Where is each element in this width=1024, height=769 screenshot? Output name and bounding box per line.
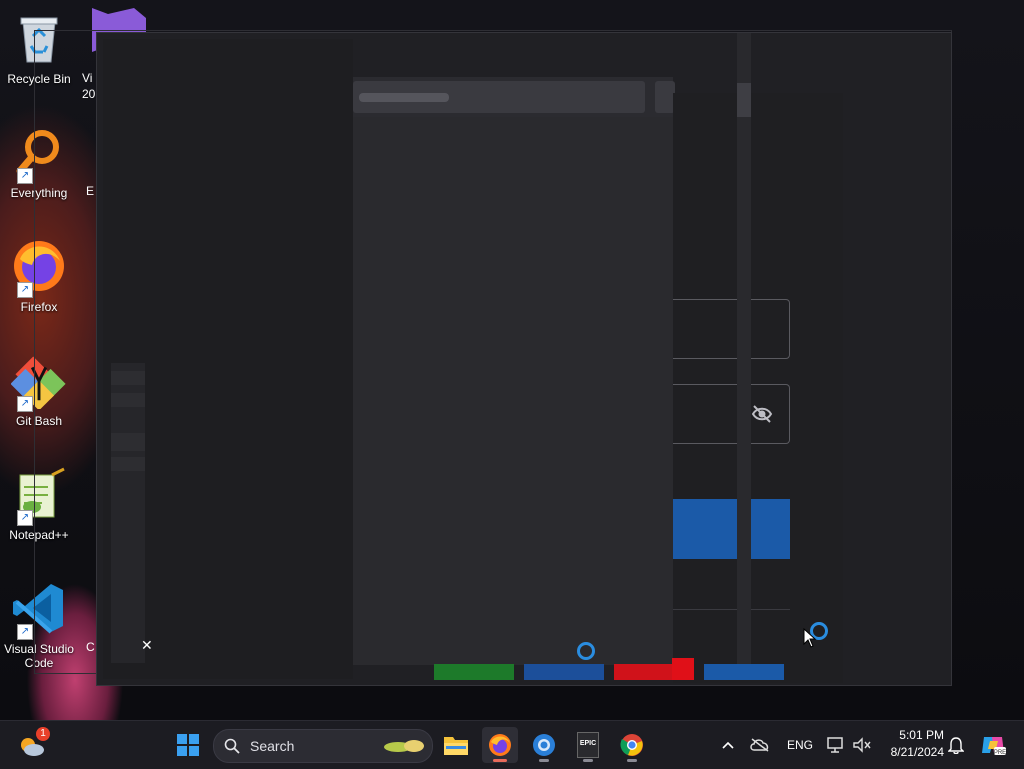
vscode-icon: ↗ bbox=[11, 580, 67, 640]
submit-button[interactable] bbox=[673, 499, 790, 559]
toolbar-button[interactable] bbox=[655, 81, 675, 113]
windows-logo-icon bbox=[177, 734, 199, 756]
bell-icon bbox=[948, 737, 964, 754]
browser-globe-icon bbox=[533, 734, 555, 756]
window-content-panel bbox=[353, 117, 673, 665]
tile-row bbox=[434, 658, 794, 680]
copilot-icon: PRE bbox=[982, 737, 1006, 756]
weather-badge: 1 bbox=[36, 727, 50, 741]
everything-search-icon: ↗ bbox=[11, 124, 67, 184]
shortcut-arrow-icon: ↗ bbox=[17, 510, 33, 526]
desktop-icon-visual-studio-code[interactable]: ↗ Visual Studio Code bbox=[2, 574, 76, 678]
clock-time: 5:01 PM bbox=[899, 728, 944, 742]
chrome-taskbar-button[interactable] bbox=[614, 727, 650, 763]
network-monitor-icon bbox=[827, 737, 843, 753]
desktop-icon-firefox[interactable]: ↗ Firefox bbox=[2, 232, 76, 336]
search-icon bbox=[224, 738, 240, 754]
blue-browser-taskbar-button[interactable] bbox=[526, 727, 562, 763]
sidebar-strip[interactable] bbox=[111, 363, 145, 663]
start-button[interactable] bbox=[170, 727, 206, 763]
copilot-button[interactable]: PRE bbox=[976, 727, 1010, 763]
recycle-bin-icon bbox=[11, 10, 67, 66]
eye-slash-icon[interactable] bbox=[751, 404, 773, 424]
network-tray-button[interactable] bbox=[822, 727, 850, 763]
epic-games-taskbar-button[interactable]: EPIC bbox=[570, 727, 606, 763]
taskbar-search[interactable]: Search bbox=[213, 729, 433, 763]
search-label: Search bbox=[250, 738, 295, 754]
show-hidden-icons-button[interactable] bbox=[712, 727, 744, 763]
notepad-plus-plus-icon: ↗ bbox=[11, 466, 67, 526]
blue-tile[interactable] bbox=[704, 664, 784, 680]
window-split-bar[interactable] bbox=[737, 33, 751, 665]
shortcut-arrow-icon: ↗ bbox=[17, 624, 33, 640]
running-indicator bbox=[493, 759, 507, 762]
chrome-icon bbox=[620, 734, 643, 756]
sidebar-item[interactable] bbox=[111, 457, 145, 471]
epic-games-icon: EPIC bbox=[577, 732, 599, 758]
red-tile-badge bbox=[672, 658, 694, 680]
system-clock[interactable]: 5:01 PM 8/21/2024 bbox=[880, 727, 944, 761]
svg-text:PRE: PRE bbox=[994, 750, 1006, 756]
username-field[interactable] bbox=[673, 299, 790, 359]
desktop-icon-git-bash[interactable]: ↗ Git Bash bbox=[2, 346, 76, 450]
cloud-offline-icon bbox=[750, 738, 769, 752]
firefox-icon: ↗ bbox=[11, 238, 67, 298]
blue-tile[interactable] bbox=[524, 664, 604, 680]
divider bbox=[673, 609, 790, 610]
file-explorer-button[interactable] bbox=[438, 727, 474, 763]
desktop-icon-recycle-bin[interactable]: Recycle Bin bbox=[2, 4, 76, 108]
running-indicator bbox=[539, 759, 549, 762]
language-indicator[interactable]: ENG bbox=[787, 738, 813, 752]
clock-date: 8/21/2024 bbox=[890, 745, 944, 759]
desktop-icon-label: Visual Studio Code bbox=[4, 642, 74, 670]
mouse-cursor-icon bbox=[803, 627, 817, 648]
desktop-icon-label: Everything bbox=[10, 186, 68, 200]
partial-desktop-label: Vi 20 bbox=[82, 71, 96, 101]
address-bar[interactable] bbox=[353, 81, 645, 113]
running-indicator bbox=[627, 759, 637, 762]
chevron-up-icon bbox=[722, 741, 734, 749]
taskbar: 1 Search EPIC ENG 5:01 PM 8/21/2024 PRE bbox=[0, 720, 1024, 769]
desktop-icon-label: Notepad++ bbox=[9, 528, 69, 542]
weather-widget[interactable]: 1 bbox=[14, 727, 50, 763]
speaker-muted-icon bbox=[853, 737, 871, 753]
cursor-glyph: ✕ bbox=[141, 637, 153, 653]
app-window[interactable]: ✕ bbox=[96, 32, 952, 686]
desktop-icon-notepad-plus-plus[interactable]: ↗ Notepad++ bbox=[2, 460, 76, 564]
desktop-icon-column: Recycle Bin ↗ Everything ↗ Firefox ↗ Git… bbox=[0, 0, 146, 720]
firefox-icon bbox=[489, 734, 511, 756]
sidebar-item[interactable] bbox=[111, 393, 145, 407]
partial-desktop-label: E bbox=[86, 184, 95, 198]
running-indicator bbox=[583, 759, 593, 762]
shortcut-arrow-icon: ↗ bbox=[17, 282, 33, 298]
onedrive-tray-button[interactable] bbox=[744, 727, 776, 763]
search-highlight-illustration-icon bbox=[384, 740, 424, 752]
password-field[interactable] bbox=[673, 384, 790, 444]
desktop-icon-label: Recycle Bin bbox=[7, 72, 71, 86]
sidebar-item[interactable] bbox=[111, 371, 145, 385]
volume-tray-button[interactable] bbox=[848, 727, 876, 763]
address-placeholder-bar bbox=[359, 93, 449, 102]
sidebar-item[interactable] bbox=[111, 433, 145, 451]
split-bar-handle[interactable] bbox=[737, 83, 751, 117]
desktop-icon-everything[interactable]: ↗ Everything bbox=[2, 118, 76, 222]
notifications-button[interactable] bbox=[942, 727, 970, 763]
shortcut-arrow-icon: ↗ bbox=[17, 396, 33, 412]
xbox-tile[interactable] bbox=[434, 664, 514, 680]
firefox-taskbar-button[interactable] bbox=[482, 727, 518, 763]
folder-icon bbox=[444, 737, 468, 755]
shortcut-arrow-icon: ↗ bbox=[17, 168, 33, 184]
partial-desktop-label: C bbox=[86, 640, 95, 654]
desktop-icon-label: Git Bash bbox=[15, 414, 63, 428]
desktop-icon-label: Firefox bbox=[20, 300, 58, 314]
git-bash-icon: ↗ bbox=[11, 352, 67, 412]
